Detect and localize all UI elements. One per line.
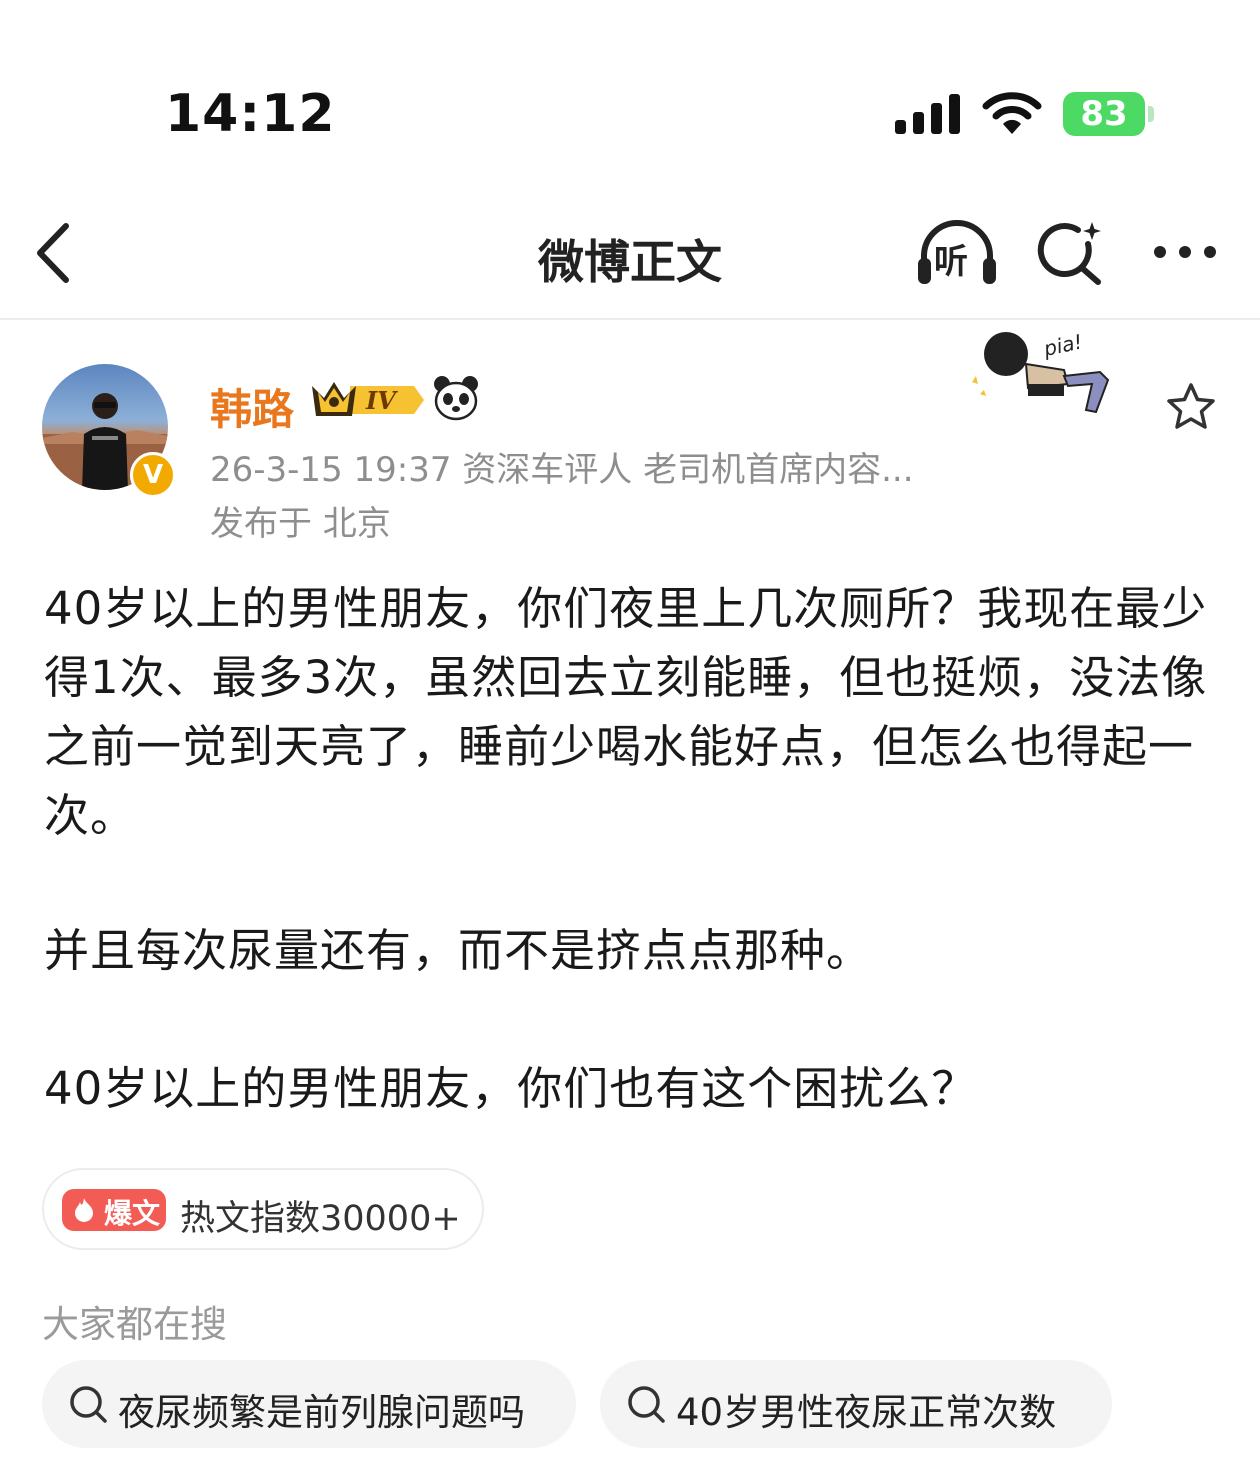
verified-badge-icon: V — [130, 452, 176, 498]
trending-search-heading: 大家都在搜 — [42, 1303, 227, 1346]
post-paragraph: 并且每次尿量还有，而不是挤点点那种。 — [44, 924, 873, 977]
search-icon — [628, 1386, 665, 1423]
listen-label: 听 — [934, 242, 968, 282]
status-time: 14:12 — [165, 84, 336, 144]
nav-divider — [0, 318, 1260, 320]
battery-icon: 83 — [1063, 92, 1155, 136]
post-meta: 26-3-15 19:37 资深车评人 老司机首席内容... — [210, 450, 914, 490]
star-icon — [1167, 383, 1215, 429]
hot-tag: 爆文 — [62, 1189, 166, 1231]
search-button[interactable] — [1036, 220, 1104, 286]
post-paragraph: 40岁以上的男性朋友，你们也有这个困扰么？ — [44, 1062, 978, 1115]
hot-index-text: 热文指数30000+ — [180, 1199, 461, 1239]
sticker-text: pia! — [1041, 329, 1085, 361]
wifi-icon — [982, 90, 1042, 136]
favorite-button[interactable] — [1164, 380, 1218, 434]
author-name[interactable]: 韩路 — [210, 376, 294, 437]
verified-mark: V — [142, 460, 164, 490]
more-button[interactable] — [1150, 236, 1220, 270]
hot-tag-label: 爆文 — [104, 1197, 161, 1230]
battery-level: 83 — [1080, 94, 1128, 134]
trending-search-chip[interactable]: 夜尿频繁是前列腺问题吗 — [42, 1360, 576, 1448]
trending-search-label: 夜尿频繁是前列腺问题吗 — [118, 1391, 525, 1434]
trending-search-label: 40岁男性夜尿正常次数 — [676, 1391, 1057, 1434]
post-location: 发布于 北京 — [210, 504, 391, 544]
post-paragraph: 40岁以上的男性朋友，你们夜里上几次厕所？我现在最少得1次、最多3次，虽然回去立… — [44, 582, 1208, 842]
cellular-signal-icon — [895, 94, 961, 134]
sticker-decoration: pia! — [968, 324, 1138, 428]
search-sparkle-icon — [1037, 222, 1101, 285]
search-icon — [70, 1386, 107, 1423]
panda-icon — [432, 374, 480, 422]
member-level: IV — [366, 386, 396, 415]
trending-search-chip[interactable]: 40岁男性夜尿正常次数 — [600, 1360, 1112, 1448]
listen-button[interactable]: 听 — [914, 218, 1000, 288]
member-level-badge[interactable]: IV — [310, 378, 426, 422]
flame-icon — [75, 1198, 93, 1222]
